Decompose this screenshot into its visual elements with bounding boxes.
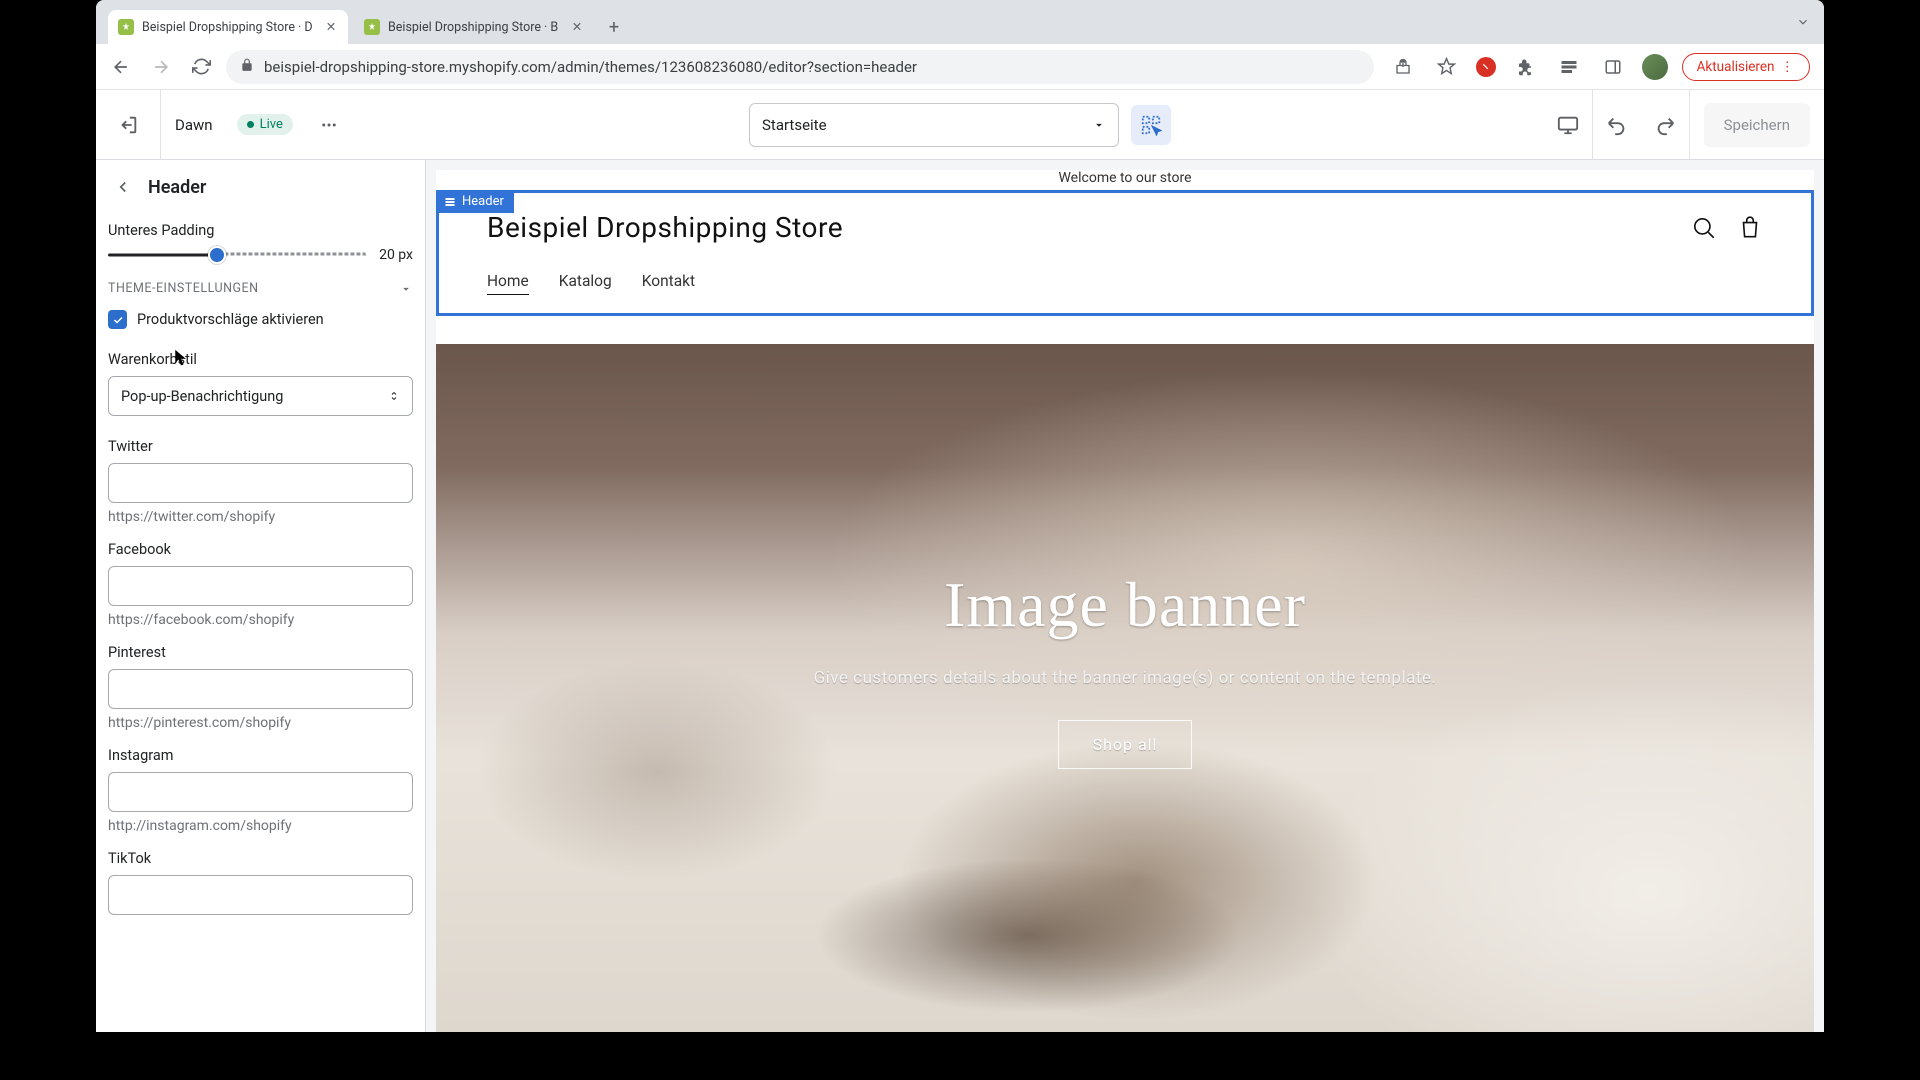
twitter-label: Twitter: [108, 438, 413, 455]
instagram-label: Instagram: [108, 747, 413, 764]
section-icon: [444, 196, 456, 208]
cart-style-select[interactable]: Pop-up-Benachrichtigung: [108, 376, 413, 416]
instagram-help: http://instagram.com/shopify: [108, 818, 413, 834]
save-label: Speichern: [1724, 116, 1790, 134]
browser-tab-inactive[interactable]: Beispiel Dropshipping Store · B ✕: [354, 10, 594, 44]
product-suggestions-label: Produktvorschläge aktivieren: [137, 311, 324, 328]
separator: [1689, 90, 1690, 160]
undo-button[interactable]: [1593, 90, 1641, 160]
cart-icon[interactable]: [1737, 215, 1763, 245]
lock-icon: [240, 58, 254, 76]
preview-nav: Home Katalog Kontakt: [487, 272, 1763, 295]
update-label: Aktualisieren: [1697, 59, 1775, 75]
search-icon[interactable]: [1691, 215, 1717, 245]
slider-thumb[interactable]: [208, 246, 226, 264]
banner-title[interactable]: Image banner: [814, 568, 1437, 642]
select-caret-icon: [388, 390, 400, 402]
section-caption-label: THEME-EINSTELLUNGEN: [108, 281, 259, 296]
save-button[interactable]: Speichern: [1704, 103, 1810, 147]
padding-label: Unteres Padding: [108, 222, 413, 239]
new-tab-button[interactable]: +: [600, 13, 628, 41]
facebook-label: Facebook: [108, 541, 413, 558]
back-button[interactable]: [106, 52, 136, 82]
tiktok-label: TikTok: [108, 850, 413, 867]
settings-sidebar: Header Unteres Padding 20 px THEME-EINST…: [96, 160, 426, 1032]
theme-settings-section-toggle[interactable]: THEME-EINSTELLUNGEN: [108, 281, 413, 296]
update-button[interactable]: Aktualisieren ⋮: [1682, 53, 1810, 81]
checkbox-checked-icon[interactable]: [108, 310, 127, 329]
section-selection-tag[interactable]: Header: [436, 190, 514, 213]
pinterest-help: https://pinterest.com/shopify: [108, 715, 413, 731]
separator: [160, 90, 161, 160]
reading-list-icon[interactable]: [1554, 52, 1584, 82]
live-label: Live: [260, 117, 283, 132]
tab-title: Beispiel Dropshipping Store · D: [142, 20, 316, 35]
cart-style-value: Pop-up-Benachrichtigung: [121, 388, 283, 405]
section-tag-label: Header: [462, 194, 504, 209]
preview-image-banner[interactable]: Image banner Give customers details abou…: [436, 344, 1814, 1032]
shopify-favicon: [118, 19, 134, 35]
twitter-help: https://twitter.com/shopify: [108, 509, 413, 525]
viewport-desktop-button[interactable]: [1544, 90, 1592, 160]
forward-button[interactable]: [146, 52, 176, 82]
extension-adblock-icon[interactable]: [1476, 57, 1496, 77]
share-icon[interactable]: [1388, 52, 1418, 82]
padding-value: 20 px: [379, 247, 413, 263]
address-bar[interactable]: beispiel-dropshipping-store.myshopify.co…: [226, 50, 1374, 84]
shopify-favicon: [364, 19, 380, 35]
padding-slider[interactable]: [108, 247, 367, 263]
nav-home[interactable]: Home: [487, 272, 529, 295]
browser-tab-active[interactable]: Beispiel Dropshipping Store · D ✕: [108, 10, 348, 44]
redo-button[interactable]: [1641, 90, 1689, 160]
facebook-input[interactable]: [108, 566, 413, 606]
twitter-input[interactable]: [108, 463, 413, 503]
facebook-help: https://facebook.com/shopify: [108, 612, 413, 628]
caret-down-icon: [1092, 118, 1106, 132]
banner-subtitle[interactable]: Give customers details about the banner …: [814, 668, 1437, 688]
extensions-icon[interactable]: [1510, 52, 1540, 82]
sidebar-title: Header: [148, 177, 206, 198]
tab-title: Beispiel Dropshipping Store · B: [388, 20, 562, 35]
preview-header-section[interactable]: Header Beispiel Dropshipping Store Home: [436, 190, 1814, 316]
kebab-icon: ⋮: [1781, 59, 1796, 75]
sidebar-back-button[interactable]: [108, 172, 138, 202]
more-actions-button[interactable]: [313, 109, 345, 141]
caret-down-icon: [399, 282, 413, 296]
status-dot-icon: [247, 121, 254, 128]
close-icon[interactable]: ✕: [570, 20, 584, 34]
product-suggestions-checkbox-row[interactable]: Produktvorschläge aktivieren: [108, 310, 413, 329]
theme-name: Dawn: [175, 116, 213, 134]
banner-shop-all-button[interactable]: Shop all: [1058, 720, 1193, 769]
editor-toolbar: Dawn Live Startseite: [96, 90, 1824, 160]
pinterest-input[interactable]: [108, 669, 413, 709]
side-panel-icon[interactable]: [1598, 52, 1628, 82]
close-icon[interactable]: ✕: [324, 20, 338, 34]
exit-editor-button[interactable]: [110, 107, 146, 143]
browser-toolbar: beispiel-dropshipping-store.myshopify.co…: [96, 44, 1824, 90]
profile-avatar[interactable]: [1642, 54, 1668, 80]
url-text: beispiel-dropshipping-store.myshopify.co…: [264, 58, 1360, 76]
announcement-bar: Welcome to our store: [436, 170, 1814, 182]
nav-contact[interactable]: Kontakt: [642, 272, 695, 295]
tab-list-caret-icon[interactable]: [1796, 14, 1810, 33]
store-title[interactable]: Beispiel Dropshipping Store: [487, 211, 1763, 244]
preview-area: Welcome to our store Header Beispiel Dro…: [426, 160, 1824, 1032]
star-icon[interactable]: [1432, 52, 1462, 82]
instagram-input[interactable]: [108, 772, 413, 812]
preview-frame: Welcome to our store Header Beispiel Dro…: [436, 170, 1814, 1032]
tiktok-input[interactable]: [108, 875, 413, 915]
inspector-button[interactable]: [1131, 105, 1171, 145]
reload-button[interactable]: [186, 52, 216, 82]
nav-catalog[interactable]: Katalog: [559, 272, 612, 295]
page-template-select[interactable]: Startseite: [749, 103, 1119, 147]
page-select-value: Startseite: [762, 116, 827, 134]
live-badge: Live: [237, 114, 293, 135]
browser-tabbar: Beispiel Dropshipping Store · D ✕ Beispi…: [96, 0, 1824, 44]
cart-style-label: Warenkorbstil: [108, 351, 413, 368]
pinterest-label: Pinterest: [108, 644, 413, 661]
